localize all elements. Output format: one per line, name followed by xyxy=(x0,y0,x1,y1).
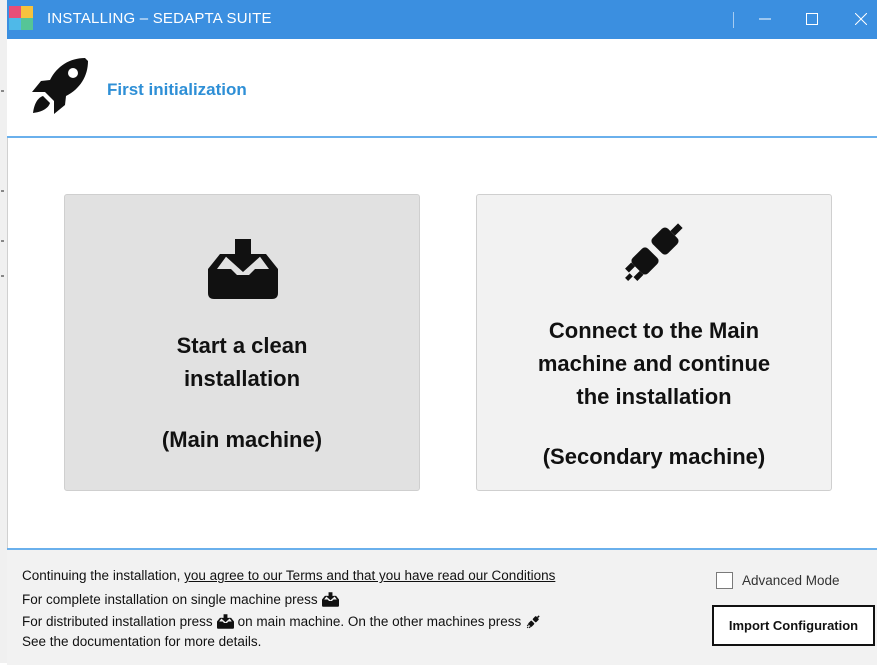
download-tray-icon xyxy=(322,592,339,607)
plug-icon xyxy=(525,613,542,630)
footer-panel: Continuing the installation, you agree t… xyxy=(7,548,877,665)
plug-icon xyxy=(617,213,693,289)
clean-installation-option[interactable]: Start a clean installation (Main machine… xyxy=(64,194,420,491)
option-title: Connect to the Main machine and continue… xyxy=(537,318,771,409)
title-bar[interactable]: INSTALLING – SEDAPTA SUITE xyxy=(7,0,877,39)
maximize-icon xyxy=(806,13,818,25)
titlebar-separator xyxy=(733,12,734,28)
page-header: First initialization xyxy=(7,39,877,138)
connect-main-machine-option[interactable]: Connect to the Main machine and continue… xyxy=(476,194,832,491)
minimize-button[interactable] xyxy=(745,5,785,33)
window-title: INSTALLING – SEDAPTA SUITE xyxy=(47,10,272,27)
terms-line: Continuing the installation, you agree t… xyxy=(22,568,556,583)
option-title: Start a clean installation xyxy=(176,333,308,391)
app-logo-icon xyxy=(9,6,33,30)
import-configuration-button[interactable]: Import Configuration xyxy=(712,605,875,646)
page-title: First initialization xyxy=(107,80,247,99)
option-subtitle: (Main machine) xyxy=(161,427,323,452)
close-icon xyxy=(855,13,867,25)
rocket-icon xyxy=(32,58,88,114)
advanced-mode-checkbox[interactable] xyxy=(716,572,733,589)
option-subtitle: (Secondary machine) xyxy=(542,444,766,469)
download-tray-icon xyxy=(208,239,278,299)
download-tray-icon xyxy=(217,614,234,629)
distributed-hint: For distributed installation press on ma… xyxy=(22,613,546,630)
close-button[interactable] xyxy=(841,5,877,33)
advanced-mode-toggle[interactable]: Advanced Mode xyxy=(716,572,840,589)
maximize-button[interactable] xyxy=(792,5,832,33)
terms-link[interactable]: you agree to our Terms and that you have… xyxy=(184,568,555,583)
documentation-hint: See the documentation for more details. xyxy=(22,634,262,649)
minimize-icon xyxy=(759,18,771,20)
single-machine-hint: For complete installation on single mach… xyxy=(22,592,343,607)
advanced-mode-label: Advanced Mode xyxy=(742,573,840,588)
